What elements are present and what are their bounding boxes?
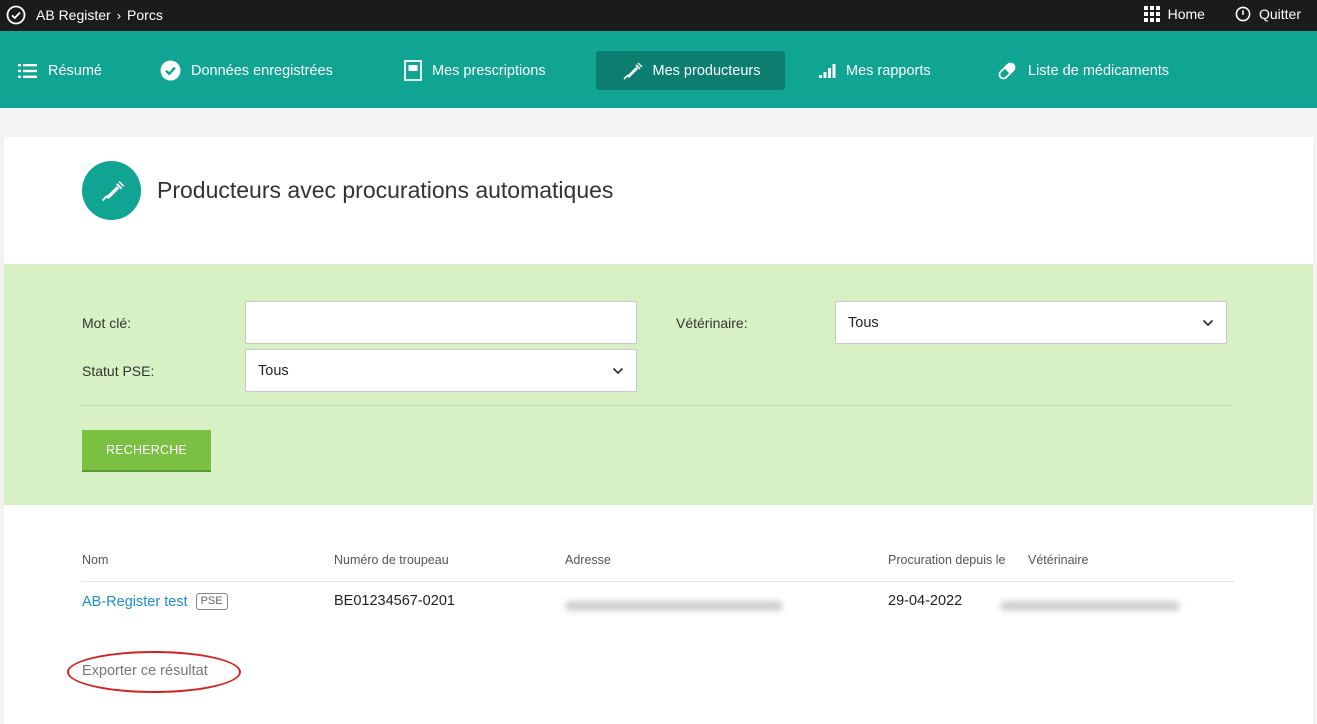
chevron-down-icon <box>1202 319 1214 326</box>
syringe-icon <box>622 62 642 80</box>
syringe-icon <box>82 161 141 220</box>
home-link[interactable]: Home <box>1143 6 1205 22</box>
main-nav: Résumé Données enregistrées Mes prescrip… <box>0 31 1317 108</box>
check-circle-icon <box>160 60 181 81</box>
page-title: Producteurs avec procurations automatiqu… <box>157 177 614 203</box>
document-icon <box>404 60 422 81</box>
column-header-since: Procuration depuis le <box>888 553 1006 567</box>
nav-label: Mes rapports <box>846 62 931 79</box>
chevron-down-icon <box>612 367 624 374</box>
nav-item-rapports[interactable]: Mes rapports <box>806 51 943 90</box>
nav-item-prescriptions[interactable]: Mes prescriptions <box>392 51 558 90</box>
home-label: Home <box>1167 6 1205 22</box>
top-bar: AB Register › Porcs Home Quitter <box>0 0 1317 31</box>
vet-select[interactable]: Tous <box>835 301 1227 344</box>
nav-label: Mes producteurs <box>652 62 761 79</box>
pill-icon <box>998 62 1016 79</box>
power-icon <box>1235 6 1251 22</box>
nav-label: Mes prescriptions <box>432 62 546 79</box>
pse-select-value: Tous <box>258 362 289 379</box>
pse-label: Statut PSE: <box>82 363 155 379</box>
nav-label: Données enregistrées <box>191 62 333 79</box>
nav-item-resume[interactable]: Résumé <box>6 51 114 90</box>
page-header: Producteurs avec procurations automatiqu… <box>82 161 613 220</box>
vet-label: Vétérinaire: <box>676 315 748 331</box>
nav-item-donnees[interactable]: Données enregistrées <box>148 51 345 90</box>
vet-select-value: Tous <box>848 314 879 331</box>
pse-select[interactable]: Tous <box>245 349 637 392</box>
nav-label: Résumé <box>48 62 102 79</box>
keyword-input[interactable] <box>245 301 637 344</box>
list-icon <box>18 63 37 78</box>
column-header-name: Nom <box>82 553 109 567</box>
export-link[interactable]: Exporter ce résultat <box>82 663 208 679</box>
filter-panel: Mot clé: Vétérinaire: Tous Statut PSE: T… <box>4 264 1313 505</box>
producer-name: AB-Register test <box>82 593 188 610</box>
nav-label: Liste de médicaments <box>1028 62 1170 79</box>
breadcrumb-separator: › <box>116 7 122 23</box>
breadcrumb-app[interactable]: AB Register <box>36 7 111 23</box>
column-header-vet: Vétérinaire <box>1028 553 1089 567</box>
pse-badge: PSE <box>195 593 228 610</box>
column-header-address: Adresse <box>565 553 611 567</box>
search-button[interactable]: RECHERCHE <box>82 430 211 470</box>
grid-icon <box>1143 6 1160 22</box>
main-panel: Producteurs avec procurations automatiqu… <box>4 137 1313 724</box>
breadcrumb-section[interactable]: Porcs <box>127 7 163 23</box>
column-header-herd: Numéro de troupeau <box>334 553 449 567</box>
filter-divider <box>82 405 1234 406</box>
quit-label: Quitter <box>1258 6 1301 22</box>
breadcrumb: AB Register › Porcs <box>36 7 163 23</box>
producer-name-link[interactable]: AB-Register test PSE <box>82 593 228 610</box>
address-redacted <box>565 601 783 611</box>
keyword-label: Mot clé: <box>82 315 132 331</box>
nav-item-medicaments[interactable]: Liste de médicaments <box>984 51 1181 90</box>
nav-item-producteurs[interactable]: Mes producteurs <box>596 51 785 90</box>
bar-chart-icon <box>819 63 836 78</box>
since-date: 29-04-2022 <box>888 593 963 609</box>
check-circle-icon <box>6 5 26 25</box>
herd-number: BE01234567-0201 <box>334 593 455 609</box>
table-header-divider <box>82 581 1234 582</box>
vet-redacted <box>1000 601 1180 611</box>
quit-link[interactable]: Quitter <box>1235 6 1301 22</box>
